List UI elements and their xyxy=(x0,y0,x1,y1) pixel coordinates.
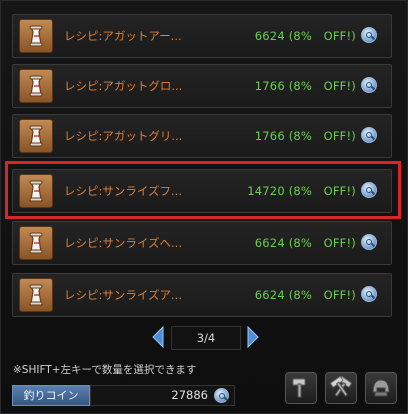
item-name: レシピ:アガットグロ... xyxy=(64,79,183,93)
price-value: 1766 (8% xyxy=(254,79,313,93)
item-price: 6624 (8% OFF!) xyxy=(255,274,356,316)
recipe-scroll-icon xyxy=(19,226,53,260)
item-name: レシピ:アガットグリ... xyxy=(64,129,183,143)
hammer-button[interactable] xyxy=(285,372,317,404)
page-indicator: 3/4 xyxy=(171,326,241,350)
item-name: レシピ:サンライズア... xyxy=(64,288,182,302)
item-price: 1766 (8% OFF!) xyxy=(255,115,356,157)
item-name: レシピ:サンライズヘ... xyxy=(64,236,182,250)
price-value: 6624 (8% xyxy=(254,236,313,250)
discount-label: OFF!) xyxy=(323,288,356,302)
quantity-hint: ※SHIFT+左キーで数量を選択できます xyxy=(13,364,197,376)
coin-icon xyxy=(361,127,377,143)
hammer-icon xyxy=(292,378,306,398)
coin-icon xyxy=(214,388,229,403)
price-value: 6624 (8% xyxy=(254,288,313,302)
item-price: 6624 (8% OFF!) xyxy=(255,222,356,264)
prev-page-button[interactable] xyxy=(151,325,165,349)
price-value: 1766 (8% xyxy=(254,129,313,143)
discount-label: OFF!) xyxy=(323,79,356,93)
shop-item[interactable]: レシピ:アガットグリ... 1766 (8% OFF!) xyxy=(12,114,392,158)
coin-icon xyxy=(361,27,377,43)
price-value: 6624 (8% xyxy=(254,29,313,43)
discount-label: OFF!) xyxy=(323,129,356,143)
recipe-scroll-icon xyxy=(19,119,53,153)
currency-label[interactable]: 釣りコイン xyxy=(12,385,90,406)
shop-item[interactable]: レシピ:アガットアー... 6624 (8% OFF!) xyxy=(12,14,392,58)
coin-icon xyxy=(361,77,377,93)
crossed-hammers-button[interactable] xyxy=(325,372,357,404)
selection-highlight xyxy=(5,161,401,219)
currency-balance: 27886 xyxy=(90,385,235,406)
recipe-scroll-icon xyxy=(19,19,53,53)
shop-item[interactable]: レシピ:サンライズア... 6624 (8% OFF!) xyxy=(12,273,392,317)
next-page-button[interactable] xyxy=(246,325,260,349)
recipe-scroll-icon xyxy=(19,69,53,103)
item-name: レシピ:アガットアー... xyxy=(64,29,182,43)
crossed-hammers-icon xyxy=(330,376,352,397)
chevron-right-icon xyxy=(247,325,259,349)
shop-panel: レシピ:アガットアー... 6624 (8% OFF!) レシピ:アガットグロ.… xyxy=(0,0,408,414)
helmet-button[interactable] xyxy=(365,372,397,404)
item-price: 6624 (8% OFF!) xyxy=(255,15,356,57)
shop-item[interactable]: レシピ:サンライズヘ... 6624 (8% OFF!) xyxy=(12,221,392,265)
recipe-scroll-icon xyxy=(19,278,53,312)
helmet-icon xyxy=(372,379,390,397)
shop-item[interactable]: レシピ:アガットグロ... 1766 (8% OFF!) xyxy=(12,64,392,108)
coin-icon xyxy=(361,286,377,302)
discount-label: OFF!) xyxy=(323,29,356,43)
chevron-left-icon xyxy=(152,325,164,349)
coin-icon xyxy=(361,234,377,250)
currency-value: 27886 xyxy=(171,388,208,402)
item-price: 1766 (8% OFF!) xyxy=(255,65,356,107)
discount-label: OFF!) xyxy=(323,236,356,250)
